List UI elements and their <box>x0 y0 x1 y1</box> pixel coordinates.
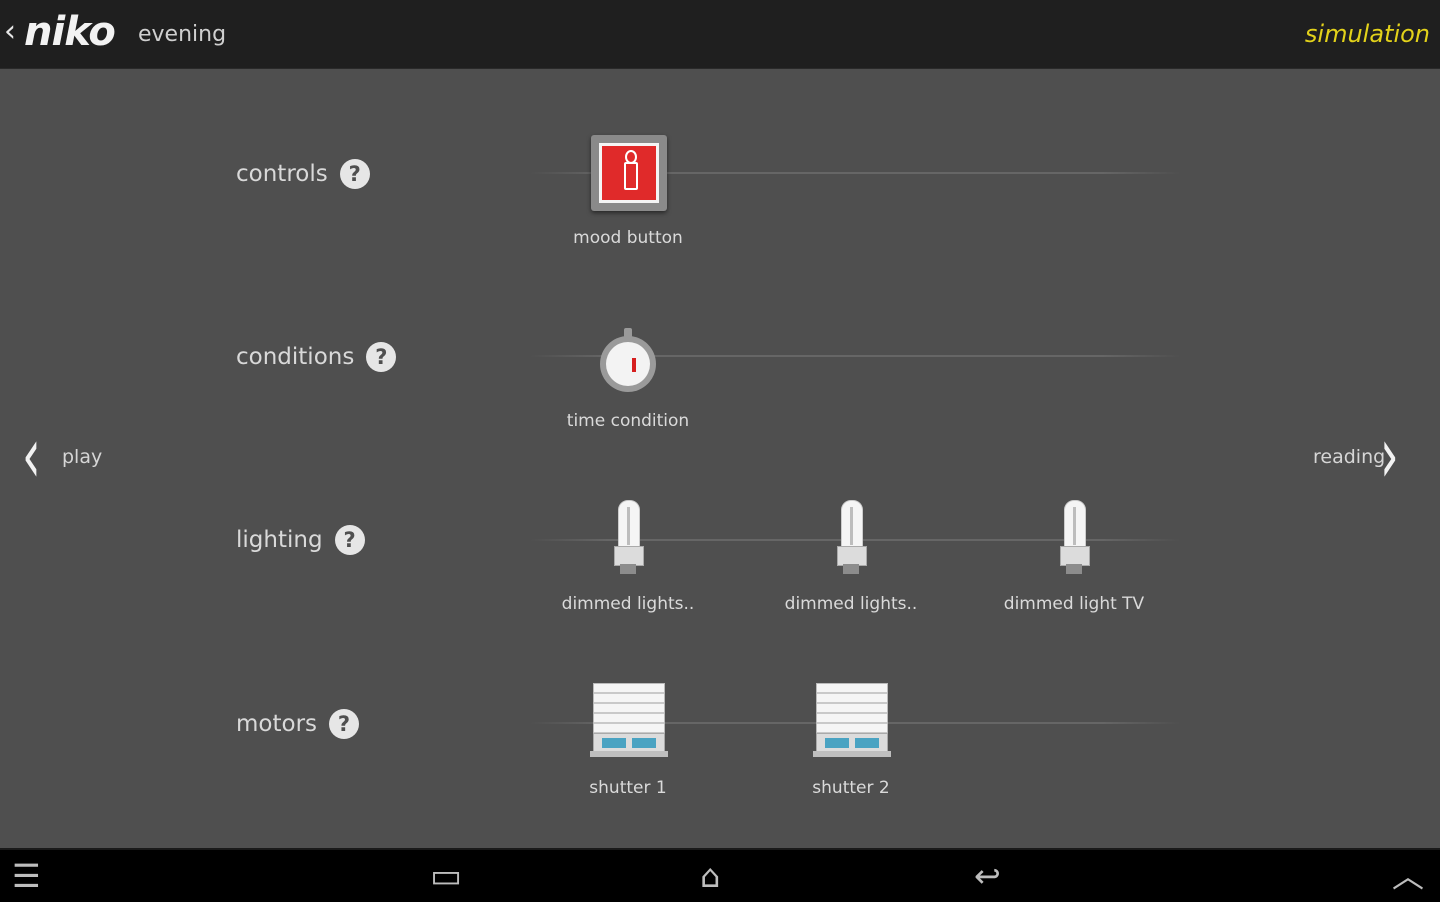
row-lighting-label: lighting <box>236 527 323 553</box>
help-icon[interactable]: ? <box>339 159 370 189</box>
bulb-icon[interactable] <box>1060 500 1090 580</box>
next-chevron-icon[interactable]: › <box>1380 414 1399 498</box>
row-motors-label: motors <box>236 711 318 737</box>
system-navigation-bar: ☰ ▭ ⌂ ↩ ︿ <box>0 848 1440 902</box>
previous-mood-label[interactable]: play <box>62 446 102 468</box>
menu-icon[interactable]: ☰ <box>12 856 41 896</box>
shutter-icon[interactable] <box>813 683 891 761</box>
shutter-icon[interactable] <box>590 683 668 761</box>
next-mood-label[interactable]: reading <box>1313 446 1385 468</box>
help-icon[interactable]: ? <box>366 342 397 372</box>
back-icon[interactable]: ↩ <box>974 856 1001 896</box>
previous-chevron-icon[interactable]: ‹ <box>22 414 41 498</box>
bulb-icon[interactable] <box>614 500 644 580</box>
help-icon[interactable]: ? <box>329 709 360 739</box>
mood-button[interactable] <box>591 135 667 211</box>
bulb-icon[interactable] <box>837 500 867 580</box>
light-1-label: dimmed lights.. <box>561 594 695 614</box>
shutter-2-label: shutter 2 <box>812 778 890 798</box>
candle-body <box>624 162 638 190</box>
row-conditions-label: conditions <box>236 344 355 370</box>
stopwatch-needle <box>632 358 636 372</box>
light-2-label: dimmed lights.. <box>784 594 918 614</box>
recent-apps-icon[interactable]: ▭ <box>430 856 462 896</box>
row-conditions: conditions ? <box>236 342 397 372</box>
row-lighting: lighting ? <box>236 525 365 555</box>
home-icon[interactable]: ⌂ <box>700 856 720 896</box>
top-bar: ‹ niko evening simulation <box>0 0 1440 69</box>
shutter-1-label: shutter 1 <box>589 778 667 798</box>
light-3-label: dimmed light TV <box>1003 594 1145 614</box>
back-chevron-icon[interactable]: ‹ <box>4 14 16 50</box>
simulation-button[interactable]: simulation <box>1305 18 1430 50</box>
page-title: evening <box>138 22 227 47</box>
help-icon[interactable]: ? <box>334 525 365 555</box>
candle-icon <box>599 143 659 203</box>
time-condition-label: time condition <box>566 411 690 431</box>
chevron-up-icon[interactable]: ︿ <box>1392 856 1424 896</box>
row-motors: motors ? <box>236 709 360 739</box>
stopwatch-knob <box>624 328 632 338</box>
row-controls-label: controls <box>236 161 328 187</box>
stopwatch-face <box>606 342 650 386</box>
stopwatch-icon[interactable] <box>600 328 656 392</box>
mood-button-label: mood button <box>573 228 683 248</box>
app-logo: niko <box>24 9 116 55</box>
row-controls: controls ? <box>236 159 370 189</box>
